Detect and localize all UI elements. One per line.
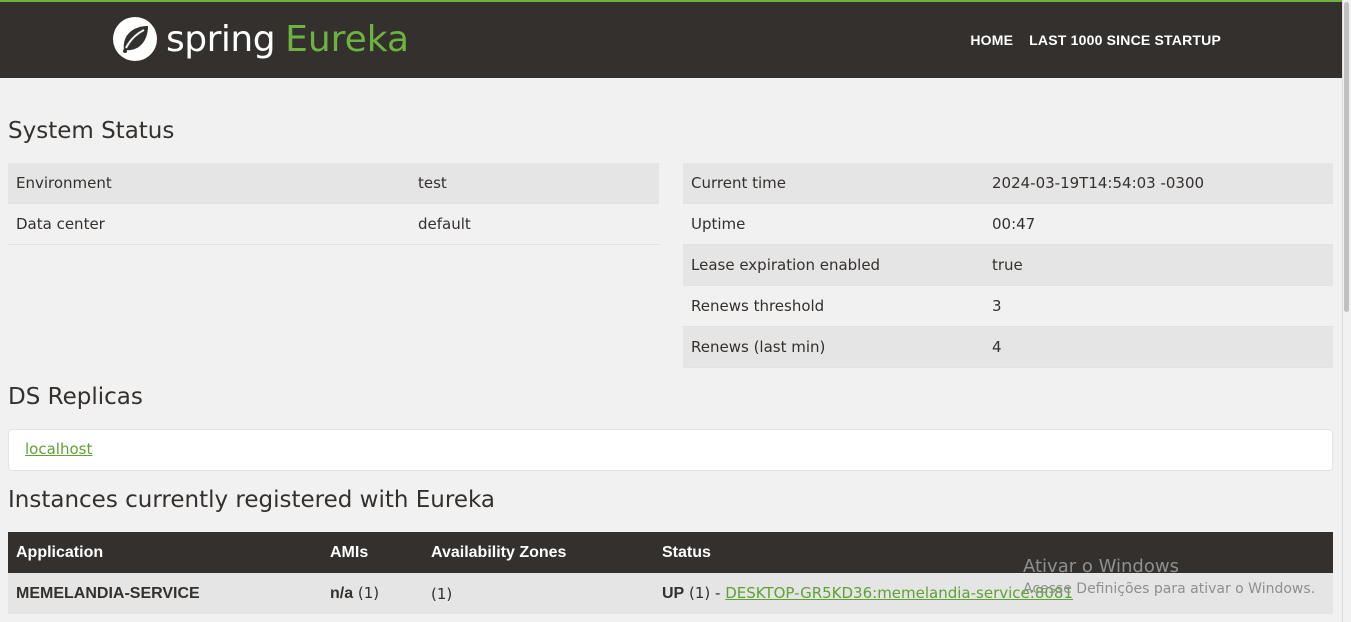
table-row: Lease expiration enabled true	[683, 244, 1333, 286]
table-row: Environment test	[8, 163, 659, 204]
lease-value: true	[984, 244, 1333, 286]
env-label: Environment	[8, 163, 410, 204]
table-row: Renews threshold 3	[683, 285, 1333, 327]
table-row: Renews (last min) 4	[683, 326, 1333, 368]
uptime-value: 00:47	[984, 203, 1333, 245]
brand-spring-text: spring	[166, 18, 276, 60]
scrollbar-thumb[interactable]	[1344, 2, 1349, 312]
instances-table: Application AMIs Availability Zones Stat…	[8, 532, 1333, 614]
zones-cell: (1)	[423, 573, 654, 614]
renews-last-min-label: Renews (last min)	[683, 326, 984, 368]
instance-link[interactable]: DESKTOP-GR5KD36:memelandia-service:8081	[725, 584, 1073, 602]
renews-threshold-label: Renews threshold	[683, 285, 984, 327]
nav-links: HOME LAST 1000 SINCE STARTUP	[970, 32, 1221, 48]
env-value: test	[410, 163, 659, 204]
table-row: Data center default	[8, 203, 659, 245]
table-row: Uptime 00:47	[683, 203, 1333, 245]
amis-cell: n/a (1)	[322, 573, 423, 614]
vertical-scrollbar[interactable]	[1342, 0, 1351, 622]
current-time-label: Current time	[683, 163, 984, 204]
amis-count: (1)	[353, 584, 380, 602]
replica-localhost-link[interactable]: localhost	[25, 440, 92, 458]
system-status-title: System Status	[8, 118, 175, 144]
amis-value: n/a	[330, 585, 354, 602]
navbar: spring Eureka HOME LAST 1000 SINCE START…	[0, 0, 1343, 78]
nav-last1000-link[interactable]: LAST 1000 SINCE STARTUP	[1029, 32, 1221, 48]
system-status-left-table: Environment test Data center default	[8, 163, 659, 245]
system-status-right-table: Current time 2024-03-19T14:54:03 -0300 U…	[683, 163, 1333, 368]
replicas-panel: localhost	[8, 429, 1333, 471]
table-header-row: Application AMIs Availability Zones Stat…	[8, 532, 1333, 573]
status-cell: UP (1) - DESKTOP-GR5KD36:memelandia-serv…	[654, 573, 1333, 614]
ds-replicas-title: DS Replicas	[8, 384, 143, 410]
nav-home-link[interactable]: HOME	[970, 32, 1013, 48]
instances-title: Instances currently registered with Eure…	[8, 487, 495, 513]
header-application: Application	[8, 532, 322, 573]
table-row: MEMELANDIA-SERVICE n/a (1) (1) UP (1) - …	[8, 573, 1333, 614]
renews-threshold-value: 3	[984, 285, 1333, 327]
brand-logo[interactable]: spring Eureka	[112, 16, 409, 62]
header-zones: Availability Zones	[423, 532, 654, 573]
brand-eureka-text: Eureka	[285, 18, 410, 60]
header-status: Status	[654, 532, 1333, 573]
lease-label: Lease expiration enabled	[683, 244, 984, 286]
status-up: UP	[662, 585, 685, 602]
spring-leaf-icon	[113, 17, 157, 61]
application-name: MEMELANDIA-SERVICE	[8, 573, 322, 614]
renews-last-min-value: 4	[984, 326, 1333, 368]
datacenter-value: default	[410, 203, 659, 245]
header-amis: AMIs	[322, 532, 423, 573]
table-row: Current time 2024-03-19T14:54:03 -0300	[683, 163, 1333, 204]
current-time-value: 2024-03-19T14:54:03 -0300	[984, 163, 1333, 204]
datacenter-label: Data center	[8, 203, 410, 245]
status-prefix: (1) -	[684, 584, 726, 602]
uptime-label: Uptime	[683, 203, 984, 245]
